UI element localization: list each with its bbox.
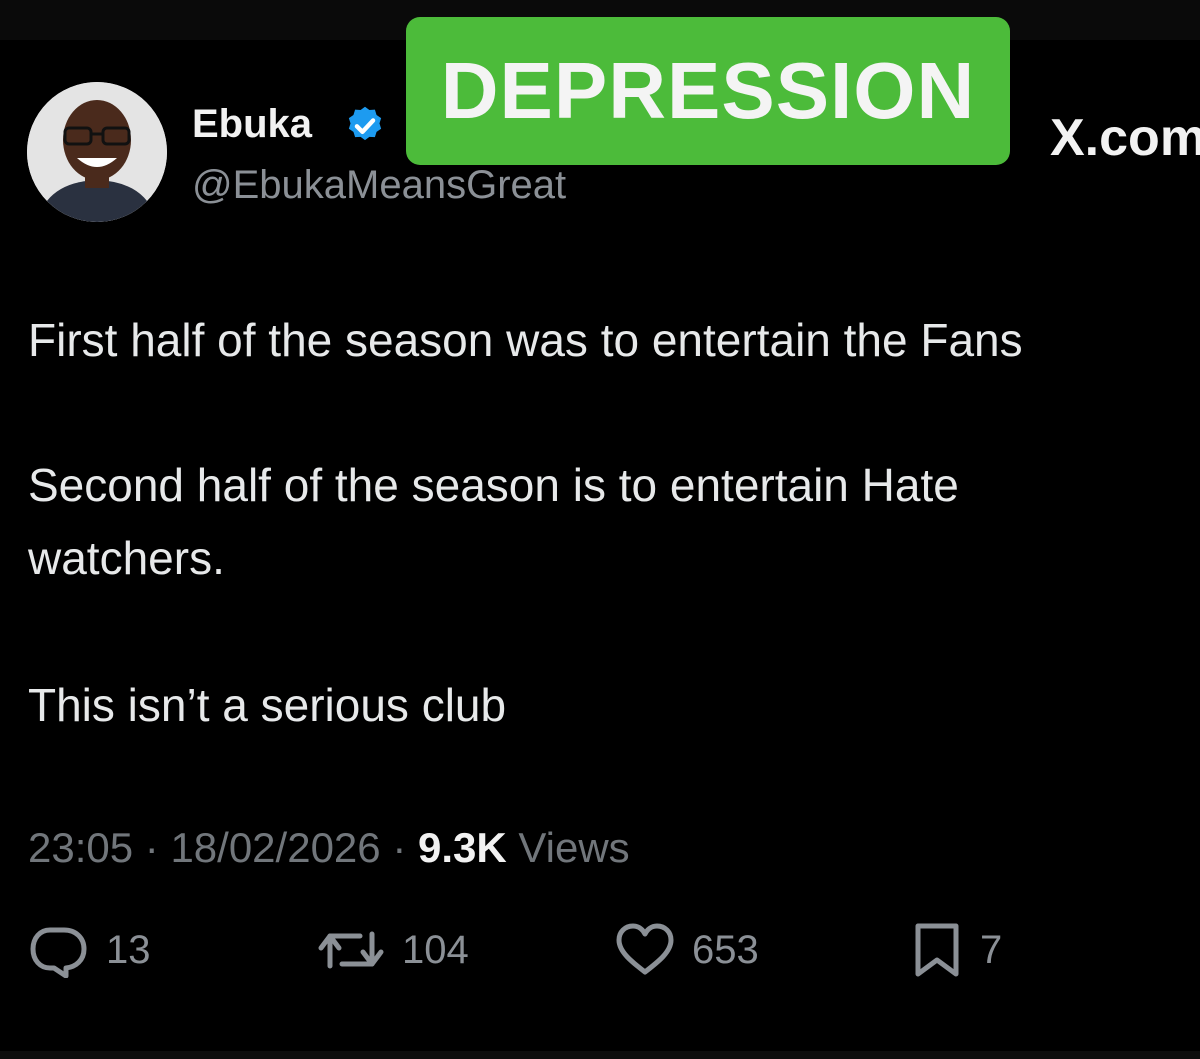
views-count: 9.3K [417, 824, 507, 871]
meta-separator: · [133, 824, 171, 871]
overlay-label-badge: DEPRESSION [406, 17, 1010, 165]
tweet-text-line: This isn’t a serious club [28, 679, 507, 731]
tweet-metadata: 23:05 · 18/02/2026 · 9.3K Views [28, 822, 630, 874]
tweet-text-line: Second half of the season is to entertai… [28, 459, 959, 511]
author-display-name[interactable]: Ebuka [192, 100, 312, 148]
tweet-text-line: watchers. [28, 532, 225, 584]
x-com-watermark: X.com [1050, 109, 1200, 167]
tweet-text-line: First half of the season was to entertai… [28, 314, 1023, 366]
meta-separator: · [380, 824, 418, 871]
heart-icon [616, 923, 674, 975]
overlay-label-text: DEPRESSION [440, 46, 976, 135]
author-handle[interactable]: @EbukaMeansGreat [192, 160, 566, 210]
bookmark-count: 7 [980, 927, 1003, 972]
tweet-date[interactable]: 18/02/2026 [170, 824, 380, 871]
like-count: 653 [692, 927, 759, 972]
avatar-photo [27, 82, 167, 222]
reply-button[interactable]: 13 [28, 922, 151, 978]
verified-badge-icon [348, 106, 382, 141]
reply-icon [30, 927, 87, 978]
bookmark-icon [915, 923, 959, 977]
repost-button[interactable]: 104 [316, 922, 469, 978]
views-label: Views [506, 824, 630, 871]
tweet-time[interactable]: 23:05 [28, 824, 133, 871]
bottom-strip [0, 1051, 1200, 1059]
reply-count: 13 [106, 927, 151, 972]
bookmark-button[interactable]: 7 [910, 922, 1002, 978]
like-button[interactable]: 653 [614, 922, 759, 978]
repost-icon [318, 931, 384, 969]
avatar[interactable] [27, 82, 167, 222]
repost-count: 104 [402, 927, 469, 972]
